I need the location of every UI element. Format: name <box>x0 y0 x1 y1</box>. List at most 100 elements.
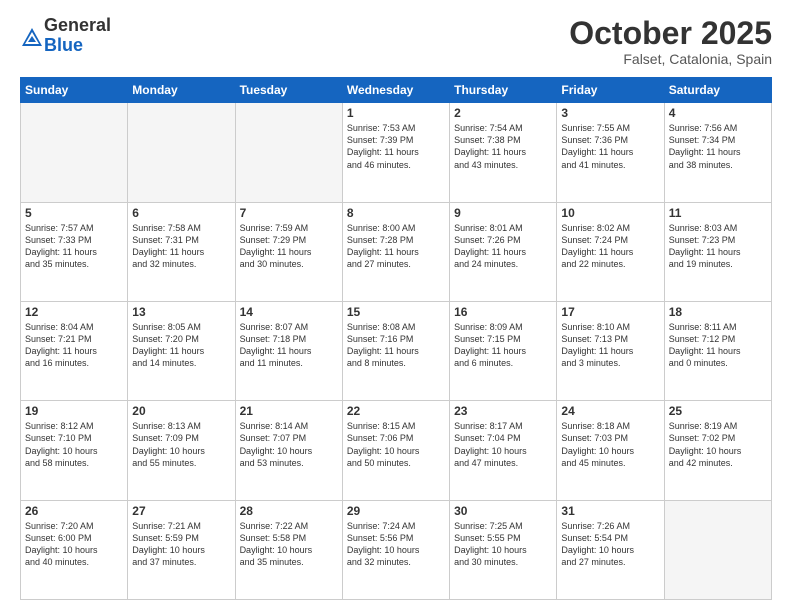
location: Falset, Catalonia, Spain <box>569 51 772 67</box>
weekday-header-wednesday: Wednesday <box>342 78 449 103</box>
week-row-4: 26Sunrise: 7:20 AM Sunset: 6:00 PM Dayli… <box>21 500 772 599</box>
calendar-cell: 7Sunrise: 7:59 AM Sunset: 7:29 PM Daylig… <box>235 202 342 301</box>
day-number: 14 <box>240 305 338 319</box>
calendar-cell: 28 Sunrise: 7:22 AM Sunset: 5:58 PM Dayli… <box>235 500 342 599</box>
title-block: October 2025 Falset, Catalonia, Spain <box>569 16 772 67</box>
logo: General Blue <box>20 16 111 56</box>
logo-blue: Blue <box>44 35 83 55</box>
month-title: October 2025 <box>569 16 772 51</box>
calendar-cell: 3 Sunrise: 7:55 AM Sunset: 7:36 PM Daylig… <box>557 103 664 202</box>
day-number: 13 <box>132 305 230 319</box>
logo-general: General <box>44 15 111 35</box>
cell-info: Sunrise: 8:15 AM Sunset: 7:06 PM Dayligh… <box>347 420 445 469</box>
day-number: 3 <box>561 106 659 120</box>
cell-info: Sunrise: 8:12 AM Sunset: 7:10 PM Dayligh… <box>25 420 123 469</box>
cell-info: Sunrise: 8:17 AM Sunset: 7:04 PM Dayligh… <box>454 420 552 469</box>
weekday-header-thursday: Thursday <box>450 78 557 103</box>
day-number: 16 <box>454 305 552 319</box>
cell-info: Sunrise: 7:24 AM Sunset: 5:56 PM Dayligh… <box>347 520 445 569</box>
weekday-header-row: SundayMondayTuesdayWednesdayThursdayFrid… <box>21 78 772 103</box>
calendar-cell: 20 Sunrise: 8:13 AM Sunset: 7:09 PM Dayli… <box>128 401 235 500</box>
day-number: 4 <box>669 106 767 120</box>
calendar-cell <box>235 103 342 202</box>
calendar-cell: 24 Sunrise: 8:18 AM Sunset: 7:03 PM Dayli… <box>557 401 664 500</box>
header: General Blue October 2025 Falset, Catalo… <box>20 16 772 67</box>
calendar-cell: 30Sunrise: 7:25 AM Sunset: 5:55 PM Dayli… <box>450 500 557 599</box>
cell-info: Sunrise: 7:56 AM Sunset: 7:34 PM Dayligh… <box>669 122 767 171</box>
calendar-cell: 21 Sunrise: 8:14 AM Sunset: 7:07 PM Dayli… <box>235 401 342 500</box>
cell-info: Sunrise: 8:18 AM Sunset: 7:03 PM Dayligh… <box>561 420 659 469</box>
weekday-header-monday: Monday <box>128 78 235 103</box>
cell-info: Sunrise: 8:19 AM Sunset: 7:02 PM Dayligh… <box>669 420 767 469</box>
calendar-cell: 2Sunrise: 7:54 AM Sunset: 7:38 PM Daylig… <box>450 103 557 202</box>
calendar-cell: 8 Sunrise: 8:00 AM Sunset: 7:28 PM Daylig… <box>342 202 449 301</box>
day-number: 23 <box>454 404 552 418</box>
day-number: 17 <box>561 305 659 319</box>
day-number: 9 <box>454 206 552 220</box>
calendar-cell: 17 Sunrise: 8:10 AM Sunset: 7:13 PM Dayli… <box>557 301 664 400</box>
cell-info: Sunrise: 8:01 AM Sunset: 7:26 PM Dayligh… <box>454 222 552 271</box>
cell-info: Sunrise: 7:26 AM Sunset: 5:54 PM Dayligh… <box>561 520 659 569</box>
day-number: 5 <box>25 206 123 220</box>
cell-info: Sunrise: 8:09 AM Sunset: 7:15 PM Dayligh… <box>454 321 552 370</box>
cell-info: Sunrise: 7:53 AM Sunset: 7:39 PM Dayligh… <box>347 122 445 171</box>
calendar-cell: 29Sunrise: 7:24 AM Sunset: 5:56 PM Dayli… <box>342 500 449 599</box>
calendar-cell: 16 Sunrise: 8:09 AM Sunset: 7:15 PM Dayli… <box>450 301 557 400</box>
day-number: 27 <box>132 504 230 518</box>
day-number: 24 <box>561 404 659 418</box>
day-number: 20 <box>132 404 230 418</box>
week-row-1: 5 Sunrise: 7:57 AM Sunset: 7:33 PM Daylig… <box>21 202 772 301</box>
weekday-header-tuesday: Tuesday <box>235 78 342 103</box>
cell-info: Sunrise: 7:21 AM Sunset: 5:59 PM Dayligh… <box>132 520 230 569</box>
weekday-header-sunday: Sunday <box>21 78 128 103</box>
day-number: 6 <box>132 206 230 220</box>
calendar-cell: 15Sunrise: 8:08 AM Sunset: 7:16 PM Dayli… <box>342 301 449 400</box>
cell-info: Sunrise: 7:54 AM Sunset: 7:38 PM Dayligh… <box>454 122 552 171</box>
calendar-cell: 25 Sunrise: 8:19 AM Sunset: 7:02 PM Dayli… <box>664 401 771 500</box>
cell-info: Sunrise: 7:22 AM Sunset: 5:58 PM Dayligh… <box>240 520 338 569</box>
cell-info: Sunrise: 8:08 AM Sunset: 7:16 PM Dayligh… <box>347 321 445 370</box>
calendar-cell: 6 Sunrise: 7:58 AM Sunset: 7:31 PM Daylig… <box>128 202 235 301</box>
calendar-cell: 5 Sunrise: 7:57 AM Sunset: 7:33 PM Daylig… <box>21 202 128 301</box>
calendar-cell: 18Sunrise: 8:11 AM Sunset: 7:12 PM Dayli… <box>664 301 771 400</box>
day-number: 21 <box>240 404 338 418</box>
calendar-cell: 27 Sunrise: 7:21 AM Sunset: 5:59 PM Dayli… <box>128 500 235 599</box>
calendar-cell: 12 Sunrise: 8:04 AM Sunset: 7:21 PM Dayli… <box>21 301 128 400</box>
cell-info: Sunrise: 8:02 AM Sunset: 7:24 PM Dayligh… <box>561 222 659 271</box>
week-row-3: 19 Sunrise: 8:12 AM Sunset: 7:10 PM Dayli… <box>21 401 772 500</box>
day-number: 1 <box>347 106 445 120</box>
weekday-header-saturday: Saturday <box>664 78 771 103</box>
cell-info: Sunrise: 7:58 AM Sunset: 7:31 PM Dayligh… <box>132 222 230 271</box>
day-number: 31 <box>561 504 659 518</box>
cell-info: Sunrise: 7:55 AM Sunset: 7:36 PM Dayligh… <box>561 122 659 171</box>
calendar-cell <box>664 500 771 599</box>
day-number: 28 <box>240 504 338 518</box>
calendar-page: General Blue October 2025 Falset, Catalo… <box>0 0 792 612</box>
cell-info: Sunrise: 8:04 AM Sunset: 7:21 PM Dayligh… <box>25 321 123 370</box>
day-number: 25 <box>669 404 767 418</box>
cell-info: Sunrise: 8:13 AM Sunset: 7:09 PM Dayligh… <box>132 420 230 469</box>
calendar-cell: 13 Sunrise: 8:05 AM Sunset: 7:20 PM Dayli… <box>128 301 235 400</box>
cell-info: Sunrise: 8:00 AM Sunset: 7:28 PM Dayligh… <box>347 222 445 271</box>
day-number: 19 <box>25 404 123 418</box>
cell-info: Sunrise: 8:03 AM Sunset: 7:23 PM Dayligh… <box>669 222 767 271</box>
cell-info: Sunrise: 8:05 AM Sunset: 7:20 PM Dayligh… <box>132 321 230 370</box>
cell-info: Sunrise: 8:10 AM Sunset: 7:13 PM Dayligh… <box>561 321 659 370</box>
cell-info: Sunrise: 7:57 AM Sunset: 7:33 PM Dayligh… <box>25 222 123 271</box>
day-number: 12 <box>25 305 123 319</box>
calendar-cell: 4 Sunrise: 7:56 AM Sunset: 7:34 PM Daylig… <box>664 103 771 202</box>
calendar-cell: 11 Sunrise: 8:03 AM Sunset: 7:23 PM Dayli… <box>664 202 771 301</box>
day-number: 26 <box>25 504 123 518</box>
day-number: 22 <box>347 404 445 418</box>
logo-icon <box>20 26 40 46</box>
calendar-cell <box>128 103 235 202</box>
day-number: 8 <box>347 206 445 220</box>
calendar-cell: 22 Sunrise: 8:15 AM Sunset: 7:06 PM Dayli… <box>342 401 449 500</box>
calendar-cell: 1 Sunrise: 7:53 AM Sunset: 7:39 PM Daylig… <box>342 103 449 202</box>
cell-info: Sunrise: 8:14 AM Sunset: 7:07 PM Dayligh… <box>240 420 338 469</box>
cell-info: Sunrise: 8:07 AM Sunset: 7:18 PM Dayligh… <box>240 321 338 370</box>
calendar-table: SundayMondayTuesdayWednesdayThursdayFrid… <box>20 77 772 600</box>
calendar-cell: 19 Sunrise: 8:12 AM Sunset: 7:10 PM Dayli… <box>21 401 128 500</box>
day-number: 11 <box>669 206 767 220</box>
day-number: 10 <box>561 206 659 220</box>
